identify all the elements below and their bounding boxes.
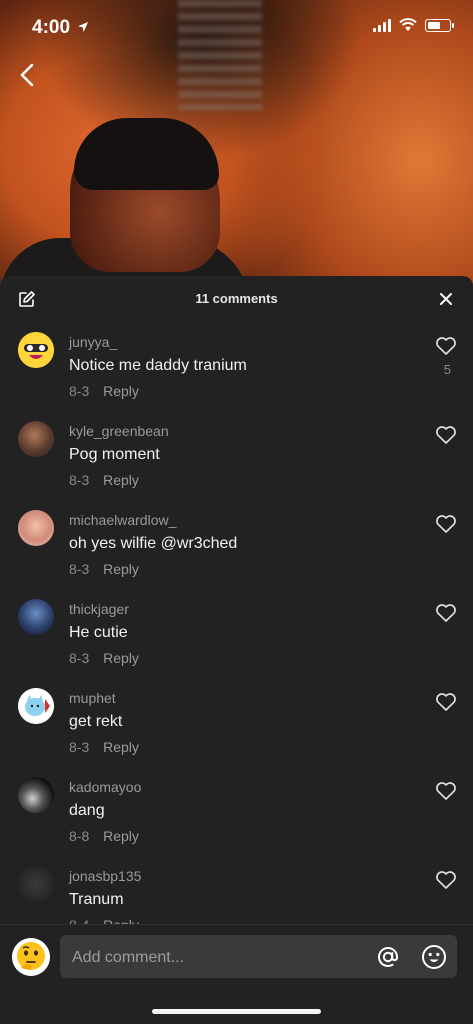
video-person-hair bbox=[74, 118, 219, 190]
comment-date: 8-3 bbox=[69, 650, 90, 666]
heart-icon bbox=[436, 693, 456, 711]
video-frame[interactable]: 4:00 bbox=[0, 0, 473, 290]
comments-header: 11 comments bbox=[0, 276, 473, 322]
heart-icon bbox=[436, 871, 456, 889]
comment-text: Tranum bbox=[69, 891, 124, 908]
like-button[interactable] bbox=[435, 603, 457, 623]
comment-meta: 8-3 Reply bbox=[69, 650, 139, 666]
comment-username[interactable]: thickjager bbox=[69, 601, 129, 617]
comment-text: Pog moment bbox=[69, 446, 160, 463]
like-button[interactable] bbox=[435, 514, 457, 534]
status-indicators bbox=[373, 18, 454, 32]
avatar[interactable] bbox=[18, 688, 54, 724]
home-indicator[interactable] bbox=[152, 1009, 321, 1014]
comment-text: get rekt bbox=[69, 713, 123, 730]
battery-icon bbox=[425, 18, 454, 32]
comment-username[interactable]: jonasbp135 bbox=[69, 868, 141, 884]
avatar[interactable] bbox=[18, 510, 54, 546]
comment-date: 8-3 bbox=[69, 561, 90, 577]
comment-date: 8-3 bbox=[69, 383, 90, 399]
comment-meta: 8-8 Reply bbox=[69, 828, 139, 844]
comment-count: 11 comments bbox=[195, 291, 278, 306]
comment-meta: 8-3 Reply bbox=[69, 739, 139, 755]
like-button[interactable] bbox=[435, 425, 457, 445]
emoji-button[interactable] bbox=[421, 944, 447, 970]
avatar[interactable] bbox=[18, 599, 54, 635]
like-button[interactable] bbox=[435, 781, 457, 801]
thinking-face-icon bbox=[12, 938, 50, 976]
comment-item: kyle_greenbean Pog moment 8-3 Reply bbox=[0, 413, 473, 502]
close-icon bbox=[440, 293, 452, 305]
comment-meta: 8-3 Reply bbox=[69, 561, 139, 577]
avatar[interactable] bbox=[18, 866, 54, 902]
avatar[interactable] bbox=[18, 332, 54, 368]
close-button[interactable] bbox=[437, 290, 455, 308]
heart-icon bbox=[436, 515, 456, 533]
heart-icon bbox=[436, 337, 456, 355]
comments-sheet: 11 comments junyya_ Notice me daddy tran… bbox=[0, 276, 473, 1023]
heart-icon bbox=[436, 426, 456, 444]
comment-date: 8-3 bbox=[69, 472, 90, 488]
comment-text: dang bbox=[69, 802, 105, 819]
comment-item: kadomayoo dang 8-8 Reply bbox=[0, 769, 473, 858]
comment-item: junyya_ Notice me daddy tranium 8-3 Repl… bbox=[0, 324, 473, 413]
cellular-signal-icon bbox=[373, 18, 391, 32]
comment-text: oh yes wilfie @wr3ched bbox=[69, 535, 238, 552]
reply-button[interactable]: Reply bbox=[103, 383, 139, 399]
avatar[interactable] bbox=[18, 777, 54, 813]
comment-meta: 8-3 Reply bbox=[69, 472, 139, 488]
comment-username[interactable]: kadomayoo bbox=[69, 779, 141, 795]
mention-button[interactable] bbox=[376, 945, 400, 969]
location-arrow-icon bbox=[78, 22, 89, 32]
add-comment-field[interactable] bbox=[60, 935, 457, 980]
user-avatar[interactable] bbox=[12, 938, 50, 976]
heart-icon bbox=[436, 604, 456, 622]
comment-meta: 8-3 Reply bbox=[69, 383, 139, 399]
chevron-left-icon bbox=[20, 63, 34, 87]
comment-item: thickjager He cutie 8-3 Reply bbox=[0, 591, 473, 680]
smiley-icon bbox=[422, 945, 446, 969]
comment-text: Notice me daddy tranium bbox=[69, 357, 247, 374]
heart-icon bbox=[436, 782, 456, 800]
comment-username[interactable]: michaelwardlow_ bbox=[69, 512, 176, 528]
comment-input[interactable] bbox=[70, 935, 364, 980]
comment-date: 8-3 bbox=[69, 739, 90, 755]
like-button[interactable] bbox=[435, 870, 457, 890]
comment-composer bbox=[0, 924, 473, 1024]
like-count: 5 bbox=[443, 362, 451, 377]
comment-username[interactable]: junyya_ bbox=[69, 334, 117, 350]
reply-button[interactable]: Reply bbox=[103, 739, 139, 755]
comment-username[interactable]: muphet bbox=[69, 690, 116, 706]
comment-text: He cutie bbox=[69, 624, 128, 641]
status-time: 4:00 bbox=[32, 17, 89, 39]
reply-button[interactable]: Reply bbox=[103, 472, 139, 488]
wifi-icon bbox=[399, 18, 417, 31]
reply-button[interactable]: Reply bbox=[103, 828, 139, 844]
like-button[interactable] bbox=[435, 692, 457, 712]
video-background-detail bbox=[178, 0, 262, 110]
reply-button[interactable]: Reply bbox=[103, 561, 139, 577]
back-button[interactable] bbox=[14, 60, 42, 90]
at-sign-icon bbox=[378, 947, 398, 967]
comment-username[interactable]: kyle_greenbean bbox=[69, 423, 169, 439]
comment-item: muphet get rekt 8-3 Reply bbox=[0, 680, 473, 769]
like-button[interactable] bbox=[435, 336, 457, 356]
comment-date: 8-8 bbox=[69, 828, 90, 844]
reply-button[interactable]: Reply bbox=[103, 650, 139, 666]
comment-item: michaelwardlow_ oh yes wilfie @wr3ched 8… bbox=[0, 502, 473, 591]
avatar[interactable] bbox=[18, 421, 54, 457]
